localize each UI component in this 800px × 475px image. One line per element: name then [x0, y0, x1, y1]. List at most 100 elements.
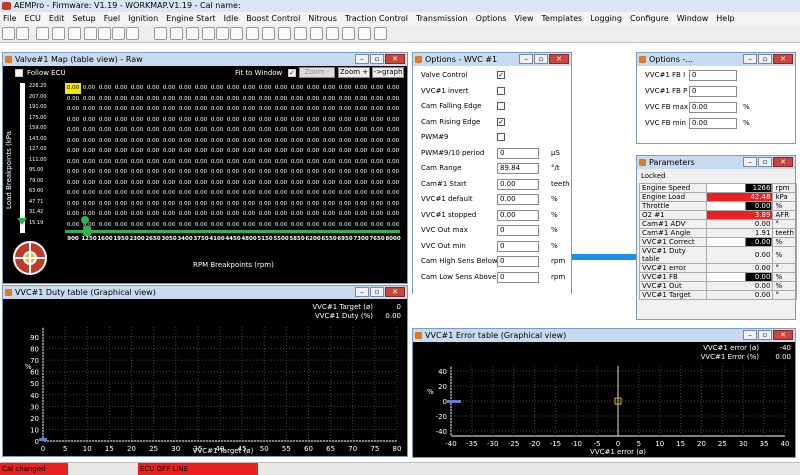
- option-input[interactable]: 0.00: [497, 209, 539, 221]
- option-input[interactable]: 0: [689, 86, 737, 97]
- map-cell[interactable]: 0.00: [129, 83, 145, 94]
- map-cell[interactable]: 0.00: [273, 178, 289, 189]
- map-cell[interactable]: 0.00: [209, 178, 225, 189]
- map-cell[interactable]: 0.00: [241, 115, 257, 126]
- map-cell[interactable]: 0.00: [273, 104, 289, 115]
- map-cell[interactable]: 0.00: [161, 104, 177, 115]
- map-cell[interactable]: 0.00: [209, 83, 225, 94]
- map-cell[interactable]: 0.00: [305, 115, 321, 126]
- map-cell[interactable]: 0.00: [65, 146, 81, 157]
- map-cell[interactable]: 0.00: [161, 167, 177, 178]
- map-cell[interactable]: 0.00: [113, 94, 129, 105]
- menu-item-fuel[interactable]: Fuel: [104, 14, 120, 23]
- map-cell[interactable]: 0.00: [97, 220, 113, 231]
- map-cell[interactable]: 0.00: [113, 125, 129, 136]
- map-cell[interactable]: 0.00: [225, 209, 241, 220]
- map-cell[interactable]: 0.00: [81, 136, 97, 147]
- map-cell[interactable]: 0.00: [241, 178, 257, 189]
- map-cell[interactable]: 0.00: [369, 220, 385, 231]
- map-cell[interactable]: 0.00: [209, 167, 225, 178]
- map-cell[interactable]: 0.00: [209, 209, 225, 220]
- map-cell[interactable]: 0.00: [129, 220, 145, 231]
- to-graph-button[interactable]: ->graph: [372, 67, 404, 78]
- map-cell[interactable]: 0.00: [273, 220, 289, 231]
- map-cell[interactable]: 0.00: [97, 104, 113, 115]
- map-cell[interactable]: 0.00: [161, 146, 177, 157]
- map-cell[interactable]: 0.00: [257, 94, 273, 105]
- map-cell[interactable]: 0.00: [321, 157, 337, 168]
- map-cell[interactable]: 0.00: [369, 146, 385, 157]
- map-cell[interactable]: 0.00: [113, 220, 129, 231]
- minimize-button[interactable]: –: [355, 54, 369, 64]
- close-button[interactable]: ✕: [773, 54, 793, 64]
- map-cell[interactable]: 0.00: [65, 94, 81, 105]
- map-cell[interactable]: 0.00: [305, 146, 321, 157]
- map-cell[interactable]: 0.00: [177, 104, 193, 115]
- map-cell[interactable]: 0.00: [129, 94, 145, 105]
- map-cell[interactable]: 0.00: [257, 115, 273, 126]
- map-cell[interactable]: 0.00: [369, 209, 385, 220]
- option-checkbox[interactable]: ✓: [497, 117, 505, 126]
- menu-item-view[interactable]: View: [515, 14, 534, 23]
- option-input[interactable]: 89.84: [497, 163, 539, 174]
- map-cell[interactable]: 0.00: [385, 125, 401, 136]
- map-cell[interactable]: 0.00: [177, 115, 193, 126]
- map-cell[interactable]: 0.00: [257, 146, 273, 157]
- map-cell[interactable]: 0.00: [385, 146, 401, 157]
- map-cell[interactable]: 0.00: [321, 83, 337, 94]
- map-cell[interactable]: 0.00: [385, 157, 401, 168]
- wrench-icon[interactable]: [186, 27, 199, 40]
- map-cell[interactable]: 0.00: [241, 188, 257, 199]
- restore-button[interactable]: ▫: [370, 287, 384, 297]
- map-cell[interactable]: 0.00: [161, 220, 177, 231]
- map-cell[interactable]: 0.00: [305, 188, 321, 199]
- map-cell[interactable]: 0.00: [81, 199, 97, 210]
- map-cell[interactable]: 0.00: [385, 94, 401, 105]
- paste-icon[interactable]: [154, 27, 167, 40]
- map-cell[interactable]: 0.00: [145, 157, 161, 168]
- map-cell[interactable]: 0.00: [241, 125, 257, 136]
- map-cell[interactable]: 0.00: [97, 136, 113, 147]
- map-cell[interactable]: 0.00: [177, 188, 193, 199]
- map-cell[interactable]: 0.00: [241, 104, 257, 115]
- map-cell[interactable]: 0.00: [129, 167, 145, 178]
- map-cell[interactable]: 0.00: [289, 199, 305, 210]
- close-button[interactable]: ✕: [549, 54, 569, 64]
- menu-item-boost-control[interactable]: Boost Control: [246, 14, 300, 23]
- save-icon[interactable]: [112, 27, 125, 40]
- map-cell[interactable]: 0.00: [225, 157, 241, 168]
- option-checkbox[interactable]: [497, 86, 505, 95]
- map-cell[interactable]: 0.00: [145, 125, 161, 136]
- map-cell[interactable]: 0.00: [225, 188, 241, 199]
- map-cell[interactable]: 0.00: [161, 209, 177, 220]
- map-cell[interactable]: 0.00: [289, 188, 305, 199]
- map-cell[interactable]: 0.00: [241, 83, 257, 94]
- map-cell[interactable]: 0.00: [177, 83, 193, 94]
- map-cell[interactable]: 0.00: [385, 209, 401, 220]
- gauge-icon[interactable]: [230, 27, 243, 40]
- map-cell[interactable]: 0.00: [241, 146, 257, 157]
- map-cell[interactable]: 0.00: [385, 178, 401, 189]
- option-input[interactable]: 0.00: [689, 102, 737, 113]
- map-cell[interactable]: 0.00: [161, 94, 177, 105]
- map-cell[interactable]: 0.00: [321, 209, 337, 220]
- map-cell[interactable]: 0.00: [81, 146, 97, 157]
- map-cell[interactable]: 0.00: [305, 157, 321, 168]
- map-cell[interactable]: 0.00: [353, 167, 369, 178]
- map-cell[interactable]: 0.00: [369, 188, 385, 199]
- map-cell[interactable]: 0.00: [193, 115, 209, 126]
- map-cell[interactable]: 0.00: [193, 83, 209, 94]
- map-cell[interactable]: 0.00: [257, 199, 273, 210]
- map-cell[interactable]: 0.00: [209, 157, 225, 168]
- map-cell[interactable]: 0.00: [81, 83, 97, 94]
- stop-icon[interactable]: [262, 27, 275, 40]
- chart-icon[interactable]: [358, 27, 371, 40]
- map-cell[interactable]: 0.00: [241, 199, 257, 210]
- map-cell[interactable]: 0.00: [81, 94, 97, 105]
- map-cell[interactable]: 0.00: [177, 136, 193, 147]
- restore-button[interactable]: ▫: [758, 330, 772, 340]
- map-cell[interactable]: 0.00: [289, 83, 305, 94]
- map-cell[interactable]: 0.00: [65, 83, 81, 94]
- map-cell[interactable]: 0.00: [257, 220, 273, 231]
- map-cell[interactable]: 0.00: [193, 220, 209, 231]
